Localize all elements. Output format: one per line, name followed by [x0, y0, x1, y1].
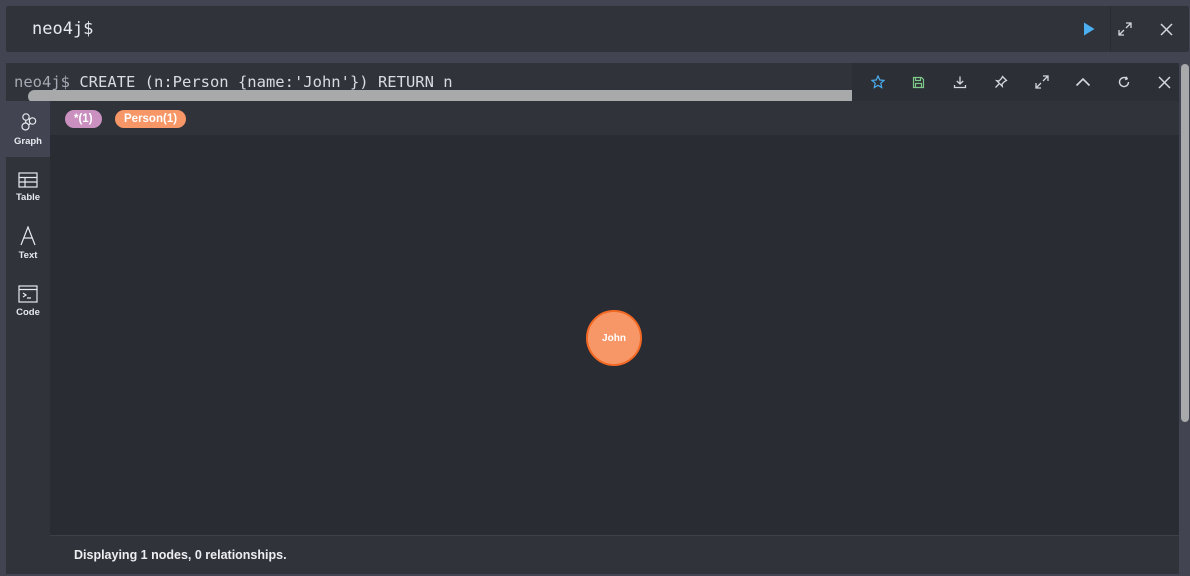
text-icon	[20, 225, 36, 245]
frame-header: neo4j$ CREATE (n:Person {name:'John'}) R…	[6, 63, 1179, 103]
status-footer: Displaying 1 nodes, 0 relationships.	[50, 535, 1179, 574]
view-sidebar: Graph Table Text Code	[6, 101, 50, 574]
sidebar-item-label: Table	[15, 191, 41, 203]
legend-all-nodes-pill[interactable]: *(1)	[65, 110, 102, 128]
editor-prompt[interactable]: neo4j$	[32, 6, 93, 52]
graph-canvas[interactable]: John	[50, 135, 1179, 535]
favorite-button[interactable]	[857, 63, 898, 101]
result-frame: neo4j$ CREATE (n:Person {name:'John'}) R…	[6, 63, 1179, 574]
legend-person-pill[interactable]: Person(1)	[115, 110, 187, 128]
collapse-button[interactable]	[1062, 63, 1103, 101]
editor-fullscreen-button[interactable]	[1105, 6, 1145, 52]
refresh-icon	[1118, 76, 1129, 88]
graph-icon	[21, 112, 37, 131]
query-editor[interactable]: neo4j$	[6, 6, 1189, 52]
frame-query-text: CREATE (n:Person {name:'John'}) RETURN n	[70, 73, 453, 91]
sidebar-item-code[interactable]: Code	[6, 273, 50, 329]
save-icon	[912, 76, 925, 88]
chevron-up-icon	[1075, 77, 1090, 87]
table-icon	[18, 171, 38, 188]
save-button[interactable]	[898, 63, 939, 101]
frame-fullscreen-button[interactable]	[1021, 63, 1062, 101]
graph-legend: *(1) Person(1)	[50, 101, 1179, 135]
sidebar-item-graph[interactable]: Graph	[6, 101, 50, 157]
pin-button[interactable]	[980, 63, 1021, 101]
sidebar-item-label: Text	[18, 249, 38, 261]
frame-toolbar	[852, 63, 1179, 101]
sidebar-item-label: Graph	[14, 135, 42, 147]
sidebar-item-table[interactable]: Table	[6, 159, 50, 215]
rerun-button[interactable]	[1103, 63, 1144, 101]
download-button[interactable]	[939, 63, 980, 101]
run-query-button[interactable]	[1068, 6, 1110, 52]
download-icon	[953, 76, 966, 89]
star-icon	[870, 75, 885, 89]
sidebar-item-text[interactable]: Text	[6, 215, 50, 271]
code-icon	[18, 284, 38, 303]
expand-icon	[1034, 75, 1049, 89]
frame-query-prompt: neo4j$	[14, 73, 70, 91]
play-icon	[1084, 22, 1095, 36]
pin-icon	[994, 75, 1008, 89]
sidebar-item-label: Code	[16, 306, 40, 318]
graph-node-label: John	[602, 332, 626, 344]
close-icon	[1158, 75, 1171, 89]
graph-node-person[interactable]: John	[586, 310, 642, 366]
window-vertical-scrollbar[interactable]	[1181, 64, 1189, 422]
frame-close-button[interactable]	[1144, 63, 1185, 101]
close-icon	[1159, 22, 1173, 36]
expand-icon	[1118, 22, 1132, 36]
editor-close-button[interactable]	[1146, 6, 1186, 52]
status-text: Displaying 1 nodes, 0 relationships.	[74, 548, 287, 562]
